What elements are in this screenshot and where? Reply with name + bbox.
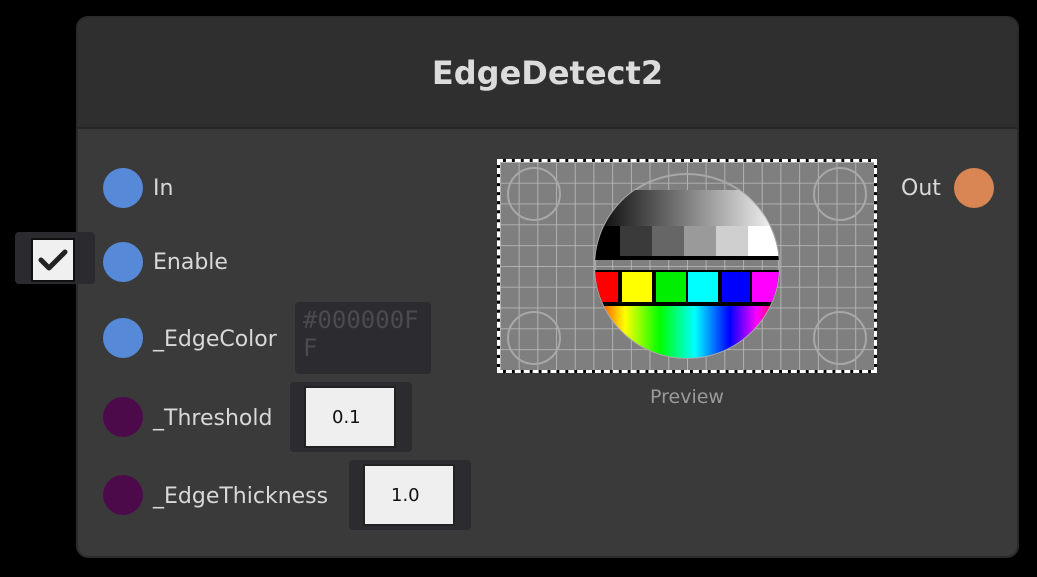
threshold-input[interactable]: 0.1 (304, 386, 396, 448)
input-port-edgethickness[interactable] (103, 475, 143, 515)
output-label-out: Out (901, 176, 941, 201)
input-label-enable: Enable (153, 250, 228, 275)
checkmark-icon (38, 249, 68, 271)
input-label-threshold: _Threshold (153, 406, 273, 431)
edgecolor-field[interactable]: #000000FF (295, 302, 431, 374)
edgethickness-field-container: 1.0 (349, 460, 471, 530)
output-port-out[interactable] (954, 168, 994, 208)
input-port-edgecolor[interactable] (103, 318, 143, 358)
input-port-enable[interactable] (103, 242, 143, 282)
preview-caption: Preview (650, 386, 724, 408)
input-label-edgethickness: _EdgeThickness (153, 484, 329, 509)
threshold-field-container: 0.1 (290, 382, 412, 452)
input-label-edgecolor: _EdgeColor (153, 327, 277, 352)
preview-image (497, 159, 877, 373)
test-pattern-image (500, 162, 874, 370)
edgethickness-input[interactable]: 1.0 (363, 464, 455, 526)
input-port-threshold[interactable] (103, 397, 143, 437)
enable-toggle-container (15, 232, 95, 284)
enable-checkbox[interactable] (31, 238, 75, 282)
input-label-in: In (153, 176, 174, 201)
node-header[interactable]: EdgeDetect2 (78, 18, 1017, 129)
node-title: EdgeDetect2 (431, 54, 664, 92)
input-port-in[interactable] (103, 168, 143, 208)
